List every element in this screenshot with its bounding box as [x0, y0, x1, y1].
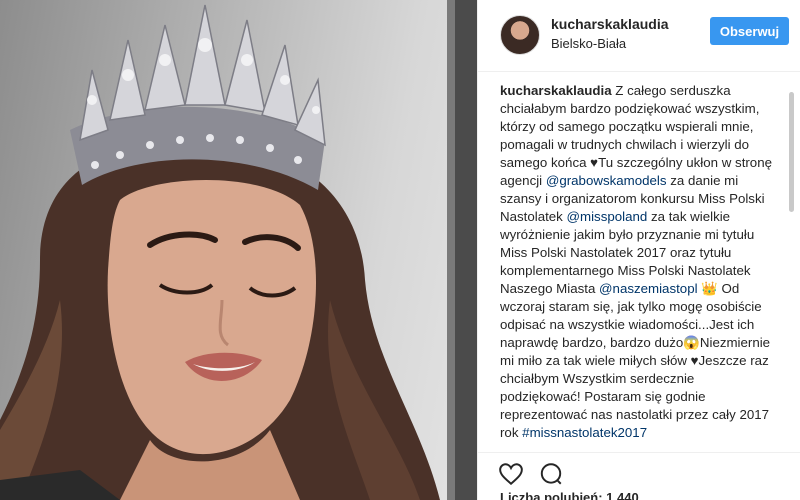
likes-count[interactable]: Liczba polubień: 1 440	[500, 490, 639, 500]
post-location[interactable]: Bielsko-Biała	[551, 36, 626, 51]
hashtag-missnastolatek2017[interactable]: #missnastolatek2017	[522, 425, 647, 440]
mention-grabowskamodels[interactable]: @grabowskamodels	[546, 173, 667, 188]
mention-misspoland[interactable]: @misspoland	[567, 209, 648, 224]
follow-button[interactable]: Obserwuj	[710, 17, 789, 45]
post-photo[interactable]	[0, 0, 477, 500]
caption: kucharskaklaudia Z całego serduszka chci…	[500, 82, 778, 450]
post-username[interactable]: kucharskaklaudia	[551, 16, 669, 32]
post-photo-illustration	[0, 0, 477, 500]
caption-scrollbar[interactable]	[789, 82, 795, 450]
post-header: kucharskaklaudia Bielsko-Biała Obserwuj	[478, 0, 800, 72]
caption-username[interactable]: kucharskaklaudia	[500, 83, 612, 98]
scrollbar-thumb[interactable]	[789, 92, 794, 212]
caption-text-4: 👑 Od wczoraj staram się, jak tylko mogę …	[500, 281, 771, 440]
heart-icon[interactable]	[498, 461, 524, 487]
post-actions	[478, 452, 800, 486]
comment-icon[interactable]	[538, 461, 564, 487]
avatar[interactable]	[500, 15, 540, 55]
post-sidebar: kucharskaklaudia Bielsko-Biała Obserwuj …	[477, 0, 800, 500]
mention-naszemiastopl[interactable]: @naszemiastopl	[599, 281, 698, 296]
